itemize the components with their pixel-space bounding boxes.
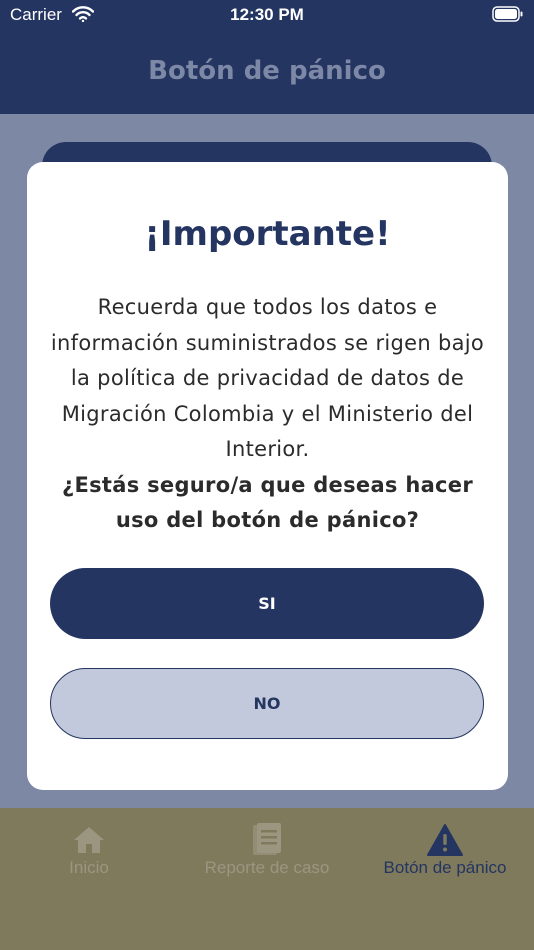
- dialog-body: Recuerda que todos los datos e informaci…: [49, 290, 486, 539]
- confirm-button[interactable]: SI: [50, 568, 484, 639]
- dialog-title: ¡Importante!: [144, 214, 391, 254]
- confirmation-dialog: ¡Importante! Recuerda que todos los dato…: [27, 162, 508, 790]
- modal-overlay: ¡Importante! Recuerda que todos los dato…: [0, 0, 534, 950]
- dialog-question: ¿Estás seguro/a que deseas hacer uso del…: [61, 472, 473, 533]
- dialog-message: Recuerda que todos los datos e informaci…: [50, 295, 485, 461]
- cancel-button[interactable]: NO: [50, 668, 484, 739]
